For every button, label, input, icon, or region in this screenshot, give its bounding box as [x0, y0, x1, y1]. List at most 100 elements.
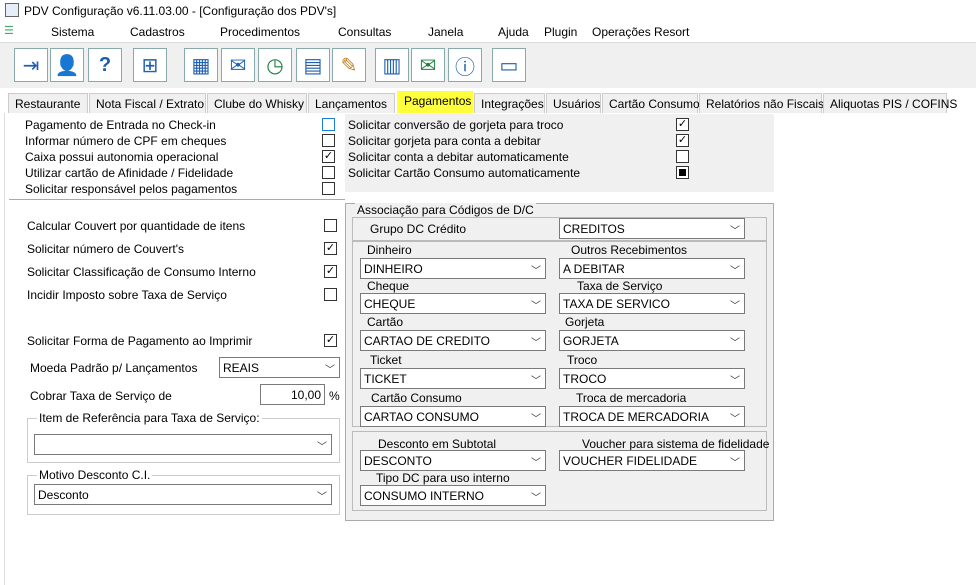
check-label: Solicitar Cartão Consumo automaticamente	[348, 166, 581, 180]
network-icon[interactable]: ⊞	[133, 48, 167, 82]
field-value: TICKET	[364, 372, 407, 386]
title-bar: PDV Configuração v6.11.03.00 - [Configur…	[0, 0, 976, 22]
tab-cartao-consumo[interactable]: Cartão Consumo	[602, 93, 700, 113]
field-label: Outros Recebimentos	[571, 243, 688, 257]
grupo-select[interactable]: CREDITOS ﹀	[559, 218, 745, 239]
taxa-label: Cobrar Taxa de Serviço de	[30, 389, 172, 403]
moeda-select[interactable]: REAIS ﹀	[219, 357, 340, 378]
gorjeta-select[interactable]: GORJETA ﹀	[559, 330, 745, 351]
checkbox-classificacao-consumo[interactable]: ✓	[324, 265, 337, 278]
checkbox-imposto-taxa[interactable]	[324, 288, 337, 301]
chevron-down-icon: ﹀	[531, 301, 541, 312]
checkbox-gorjeta-troco[interactable]: ✓	[676, 118, 689, 131]
checkbox-afinidade[interactable]	[322, 166, 335, 179]
checkbox-autonomia[interactable]: ✓	[322, 150, 335, 163]
info-monitor-icon[interactable]: ⓘ	[448, 48, 482, 82]
checkbox-couvert-quantidade[interactable]	[324, 219, 337, 232]
check-label: Utilizar cartão de Afinidade / Fidelidad…	[25, 166, 234, 180]
app-menu-icon[interactable]: ☰	[4, 24, 20, 40]
tab-pagamentos[interactable]: Pagamentos	[397, 91, 473, 113]
tab-usuarios[interactable]: Usuários	[546, 93, 601, 113]
notes-icon[interactable]: ✎	[332, 48, 366, 82]
dinheiro-select[interactable]: DINHEIRO ﹀	[360, 258, 546, 279]
cheque-select[interactable]: CHEQUE ﹀	[360, 293, 546, 314]
checkbox-gorjeta-debitar[interactable]: ✓	[676, 134, 689, 147]
field-label: Cartão Consumo	[371, 391, 462, 405]
taxa-input[interactable]: 10,00	[260, 384, 325, 405]
grupo-value: CREDITOS	[563, 222, 625, 236]
cartao-consumo-select[interactable]: CARTAO CONSUMO ﹀	[360, 406, 546, 427]
check-label: Solicitar conversão de gorjeta para troc…	[348, 118, 564, 132]
chevron-down-icon: ﹀	[531, 458, 541, 469]
troca-mercadoria-select[interactable]: TROCA DE MERCADORIA ﹀	[559, 406, 745, 427]
calculator-icon[interactable]: ▥	[375, 48, 409, 82]
chevron-down-icon: ﹀	[730, 414, 740, 425]
checkbox-numero-couvert[interactable]: ✓	[324, 242, 337, 255]
checkbox-conta-debitar[interactable]	[676, 150, 689, 163]
desconto-select[interactable]: DESCONTO ﹀	[360, 450, 546, 471]
checkbox-forma-pagamento[interactable]: ✓	[324, 334, 337, 347]
motivo-title: Motivo Desconto C.I.	[37, 468, 153, 482]
motivo-select[interactable]: Desconto ﹀	[34, 484, 332, 505]
check-label: Solicitar responsável pelos pagamentos	[25, 182, 238, 196]
cartao-select[interactable]: CARTAO DE CREDITO ﹀	[360, 330, 546, 351]
outros-recebimentos-select[interactable]: A DEBITAR ﹀	[559, 258, 745, 279]
check-label: Solicitar Classificação de Consumo Inter…	[27, 265, 256, 279]
assoc-title: Associação para Códigos de D/C	[355, 203, 536, 217]
menu-operacoes-resort[interactable]: Operações Resort	[592, 25, 689, 39]
tab-clube-whisky[interactable]: Clube do Whisky	[207, 93, 307, 113]
pagamentos-panel: Pagamento de Entrada no Check-in Informa…	[4, 113, 972, 585]
checkbox-cpf-cheques[interactable]	[322, 134, 335, 147]
card-icon[interactable]: ▭	[492, 48, 526, 82]
item-referencia-title: Item de Referência para Taxa de Serviço:	[37, 411, 262, 425]
desconto-label: Desconto em Subtotal	[378, 437, 497, 451]
field-value: DINHEIRO	[364, 262, 423, 276]
field-value: TAXA DE SERVICO	[563, 297, 670, 311]
ticket-select[interactable]: TICKET ﹀	[360, 368, 546, 389]
chevron-down-icon: ﹀	[730, 376, 740, 387]
menu-ajuda[interactable]: Ajuda	[498, 25, 529, 39]
tab-lancamentos[interactable]: Lançamentos	[308, 93, 395, 113]
clock-icon[interactable]: ◷	[258, 48, 292, 82]
tab-aliquotas[interactable]: Aliquotas PIS / COFINS	[823, 93, 957, 113]
check-label: Solicitar Forma de Pagamento ao Imprimir	[27, 334, 253, 348]
menu-plugin[interactable]: Plugin	[544, 25, 577, 39]
menu-sistema[interactable]: Sistema	[51, 25, 94, 39]
checkbox-entrada-checkin[interactable]	[322, 118, 335, 131]
check-label: Solicitar gorjeta para conta a debitar	[348, 134, 541, 148]
menu-consultas[interactable]: Consultas	[338, 25, 391, 39]
chevron-down-icon: ﹀	[730, 266, 740, 277]
send-mail-icon[interactable]: ✉	[411, 48, 445, 82]
user-icon[interactable]: 👤	[50, 48, 84, 82]
tipo-dc-select[interactable]: CONSUMO INTERNO ﹀	[360, 485, 546, 506]
troco-select[interactable]: TROCO ﹀	[559, 368, 745, 389]
menu-janela[interactable]: Janela	[428, 25, 463, 39]
menu-cadastros[interactable]: Cadastros	[130, 25, 185, 39]
checkbox-cartao-consumo[interactable]	[676, 166, 689, 179]
tab-integracoes[interactable]: Integrações	[474, 93, 545, 113]
item-referencia-select[interactable]: ﹀	[34, 434, 332, 455]
moeda-label: Moeda Padrão p/ Lançamentos	[30, 361, 198, 375]
mail-icon[interactable]: ✉	[221, 48, 255, 82]
voucher-select[interactable]: VOUCHER FIDELIDADE ﹀	[559, 450, 745, 471]
report-icon[interactable]: ▤	[296, 48, 330, 82]
exit-icon[interactable]: ⇥	[14, 48, 48, 82]
tab-relatorios[interactable]: Relatórios não Fiscais	[699, 93, 824, 113]
field-value: CARTAO CONSUMO	[364, 410, 479, 424]
checkbox-responsavel[interactable]	[322, 182, 335, 195]
tab-nota-fiscal[interactable]: Nota Fiscal / Extrato	[89, 93, 206, 113]
tab-restaurante[interactable]: Restaurante	[8, 93, 88, 113]
chevron-down-icon: ﹀	[730, 338, 740, 349]
moeda-value: REAIS	[223, 361, 260, 375]
tipo-dc-value: CONSUMO INTERNO	[364, 489, 484, 503]
taxa-servico-select[interactable]: TAXA DE SERVICO ﹀	[559, 293, 745, 314]
field-value: CARTAO DE CREDITO	[364, 334, 491, 348]
chevron-down-icon: ﹀	[531, 338, 541, 349]
window-title: PDV Configuração v6.11.03.00 - [Configur…	[24, 4, 337, 18]
check-label: Incidir Imposto sobre Taxa de Serviço	[27, 288, 227, 302]
register-icon[interactable]: ▦	[184, 48, 218, 82]
voucher-value: VOUCHER FIDELIDADE	[563, 454, 698, 468]
chevron-down-icon: ﹀	[531, 414, 541, 425]
help-icon[interactable]: ?	[88, 48, 122, 82]
menu-procedimentos[interactable]: Procedimentos	[220, 25, 300, 39]
